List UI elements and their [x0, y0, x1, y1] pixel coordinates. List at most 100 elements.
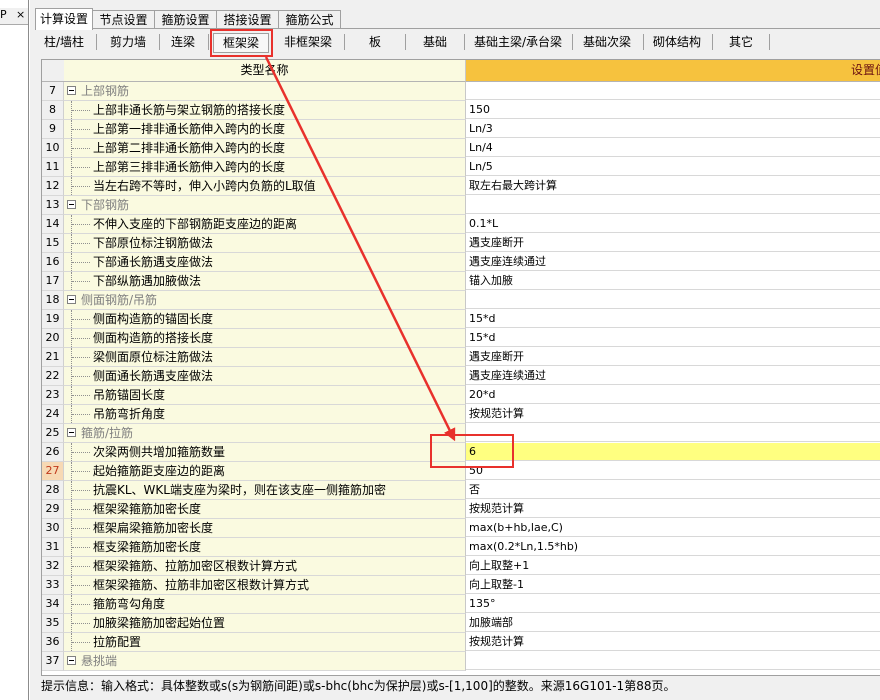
row-number[interactable]: 37 [42, 652, 64, 671]
table-row[interactable]: 34 箍筋弯勾角度 135° [42, 595, 880, 614]
value-cell[interactable]: 6 [466, 443, 880, 461]
row-number[interactable]: 10 [42, 139, 64, 158]
value-cell[interactable]: Ln/3 [466, 120, 880, 138]
subtab-other[interactable]: 其它 [715, 33, 767, 51]
row-number[interactable]: 26 [42, 443, 64, 462]
group-row[interactable]: 25 箍筋/拉筋 [42, 424, 880, 443]
collapse-icon[interactable] [67, 295, 76, 304]
row-number[interactable]: 14 [42, 215, 64, 234]
row-number[interactable]: 28 [42, 481, 64, 500]
value-cell[interactable]: 50 [466, 462, 880, 480]
row-number[interactable]: 25 [42, 424, 64, 443]
tab-stirrup-settings[interactable]: 箍筋设置 [154, 10, 217, 29]
value-cell[interactable]: 向上取整+1 [466, 557, 880, 575]
value-cell[interactable]: 遇支座连续通过 [466, 253, 880, 271]
table-row[interactable]: 15 下部原位标注钢筋做法 遇支座断开 [42, 234, 880, 253]
tab-lap-settings[interactable]: 搭接设置 [216, 10, 279, 29]
value-cell[interactable]: 按规范计算 [466, 500, 880, 518]
row-number[interactable]: 17 [42, 272, 64, 291]
row-number[interactable]: 24 [42, 405, 64, 424]
subtab-coupling-beam[interactable]: 连梁 [161, 33, 205, 51]
subtab-foundation[interactable]: 基础 [407, 33, 463, 51]
row-number[interactable]: 18 [42, 291, 64, 310]
row-number[interactable]: 31 [42, 538, 64, 557]
row-number[interactable]: 7 [42, 82, 64, 101]
table-row[interactable]: 21 梁侧面原位标注筋做法 遇支座断开 [42, 348, 880, 367]
row-number[interactable]: 16 [42, 253, 64, 272]
tab-calc-settings[interactable]: 计算设置 [35, 8, 93, 30]
table-row[interactable]: 19 侧面构造筋的锚固长度 15*d [42, 310, 880, 329]
value-cell[interactable]: 按规范计算 [466, 405, 880, 423]
table-row[interactable]: 20 侧面构造筋的搭接长度 15*d [42, 329, 880, 348]
table-row[interactable]: 36 拉筋配置 按规范计算 [42, 633, 880, 652]
table-row[interactable]: 12 当左右跨不等时，伸入小跨内负筋的L取值 取左右最大跨计算 [42, 177, 880, 196]
value-cell[interactable]: 加腋端部 [466, 614, 880, 632]
table-row[interactable]: 10 上部第二排非通长筋伸入跨内的长度 Ln/4 [42, 139, 880, 158]
row-number[interactable]: 15 [42, 234, 64, 253]
table-row[interactable]: 17 下部纵筋遇加腋做法 锚入加腋 [42, 272, 880, 291]
subtab-non-frame-beam[interactable]: 非框架梁 [275, 33, 341, 51]
subtab-frame-beam[interactable]: 框架梁 [213, 33, 269, 53]
value-cell[interactable]: 锚入加腋 [466, 272, 880, 290]
row-number[interactable]: 29 [42, 500, 64, 519]
table-row[interactable]: 32 框架梁箍筋、拉筋加密区根数计算方式 向上取整+1 [42, 557, 880, 576]
table-row[interactable]: 9 上部第一排非通长筋伸入跨内的长度 Ln/3 [42, 120, 880, 139]
table-row[interactable]: 16 下部通长筋遇支座做法 遇支座连续通过 [42, 253, 880, 272]
row-number[interactable]: 19 [42, 310, 64, 329]
value-cell[interactable]: Ln/4 [466, 139, 880, 157]
value-cell[interactable]: 按规范计算 [466, 633, 880, 651]
group-row[interactable]: 18 侧面钢筋/吊筋 [42, 291, 880, 310]
subtab-shear-wall[interactable]: 剪力墙 [99, 33, 157, 51]
value-cell[interactable]: 0.1*L [466, 215, 880, 233]
group-row[interactable]: 7 上部钢筋 [42, 82, 880, 101]
value-cell[interactable]: 135° [466, 595, 880, 613]
collapse-icon[interactable] [67, 656, 76, 665]
table-row[interactable]: 14 不伸入支座的下部钢筋距支座边的距离 0.1*L [42, 215, 880, 234]
row-number[interactable]: 12 [42, 177, 64, 196]
row-number[interactable]: 11 [42, 158, 64, 177]
row-number[interactable]: 36 [42, 633, 64, 652]
value-cell[interactable]: 遇支座连续通过 [466, 367, 880, 385]
table-row[interactable]: 31 框支梁箍筋加密长度 max(0.2*Ln,1.5*hb) [42, 538, 880, 557]
subtab-column[interactable]: 柱/墙柱 [35, 33, 93, 51]
table-row[interactable]: 29 框架梁箍筋加密长度 按规范计算 [42, 500, 880, 519]
value-cell[interactable]: 向上取整-1 [466, 576, 880, 594]
value-cell[interactable]: 150 [466, 101, 880, 119]
table-row[interactable]: 28 抗震KL、WKL端支座为梁时，则在该支座一侧箍筋加密 否 [42, 481, 880, 500]
row-number[interactable]: 8 [42, 101, 64, 120]
value-cell[interactable]: 否 [466, 481, 880, 499]
group-row[interactable]: 37 悬挑端 [42, 652, 880, 671]
row-number[interactable]: 20 [42, 329, 64, 348]
row-number[interactable]: 9 [42, 120, 64, 139]
close-icon[interactable]: × [16, 9, 25, 21]
collapse-icon[interactable] [67, 86, 76, 95]
table-row[interactable]: 8 上部非通长筋与架立钢筋的搭接长度 150 [42, 101, 880, 120]
table-row[interactable]: 30 框架扁梁箍筋加密长度 max(b+hb,lae,C) [42, 519, 880, 538]
value-cell[interactable]: 取左右最大跨计算 [466, 177, 880, 195]
group-row[interactable]: 13 下部钢筋 [42, 196, 880, 215]
table-row[interactable]: 33 框架梁箍筋、拉筋非加密区根数计算方式 向上取整-1 [42, 576, 880, 595]
row-number[interactable]: 34 [42, 595, 64, 614]
row-number[interactable]: 30 [42, 519, 64, 538]
value-cell[interactable]: 20*d [466, 386, 880, 404]
subtab-masonry[interactable]: 砌体结构 [645, 33, 709, 51]
tab-node-settings[interactable]: 节点设置 [92, 10, 155, 29]
row-number[interactable]: 27 [42, 462, 64, 481]
tab-stirrup-formula[interactable]: 箍筋公式 [278, 10, 341, 29]
table-row[interactable]: 35 加腋梁箍筋加密起始位置 加腋端部 [42, 614, 880, 633]
row-number[interactable]: 21 [42, 348, 64, 367]
row-number[interactable]: 13 [42, 196, 64, 215]
collapse-icon[interactable] [67, 428, 76, 437]
row-number[interactable]: 35 [42, 614, 64, 633]
collapse-icon[interactable] [67, 200, 76, 209]
table-row[interactable]: 24 吊筋弯折角度 按规范计算 [42, 405, 880, 424]
row-number[interactable]: 23 [42, 386, 64, 405]
subtab-foundation-main-beam[interactable]: 基础主梁/承台梁 [466, 33, 570, 51]
subtab-slab[interactable]: 板 [347, 33, 403, 51]
value-cell[interactable]: 遇支座断开 [466, 348, 880, 366]
value-cell[interactable]: 遇支座断开 [466, 234, 880, 252]
table-row[interactable]: 27 起始箍筋距支座边的距离 50 [42, 462, 880, 481]
row-number[interactable]: 22 [42, 367, 64, 386]
value-cell[interactable]: max(b+hb,lae,C) [466, 519, 880, 537]
table-row[interactable]: 22 侧面通长筋遇支座做法 遇支座连续通过 [42, 367, 880, 386]
